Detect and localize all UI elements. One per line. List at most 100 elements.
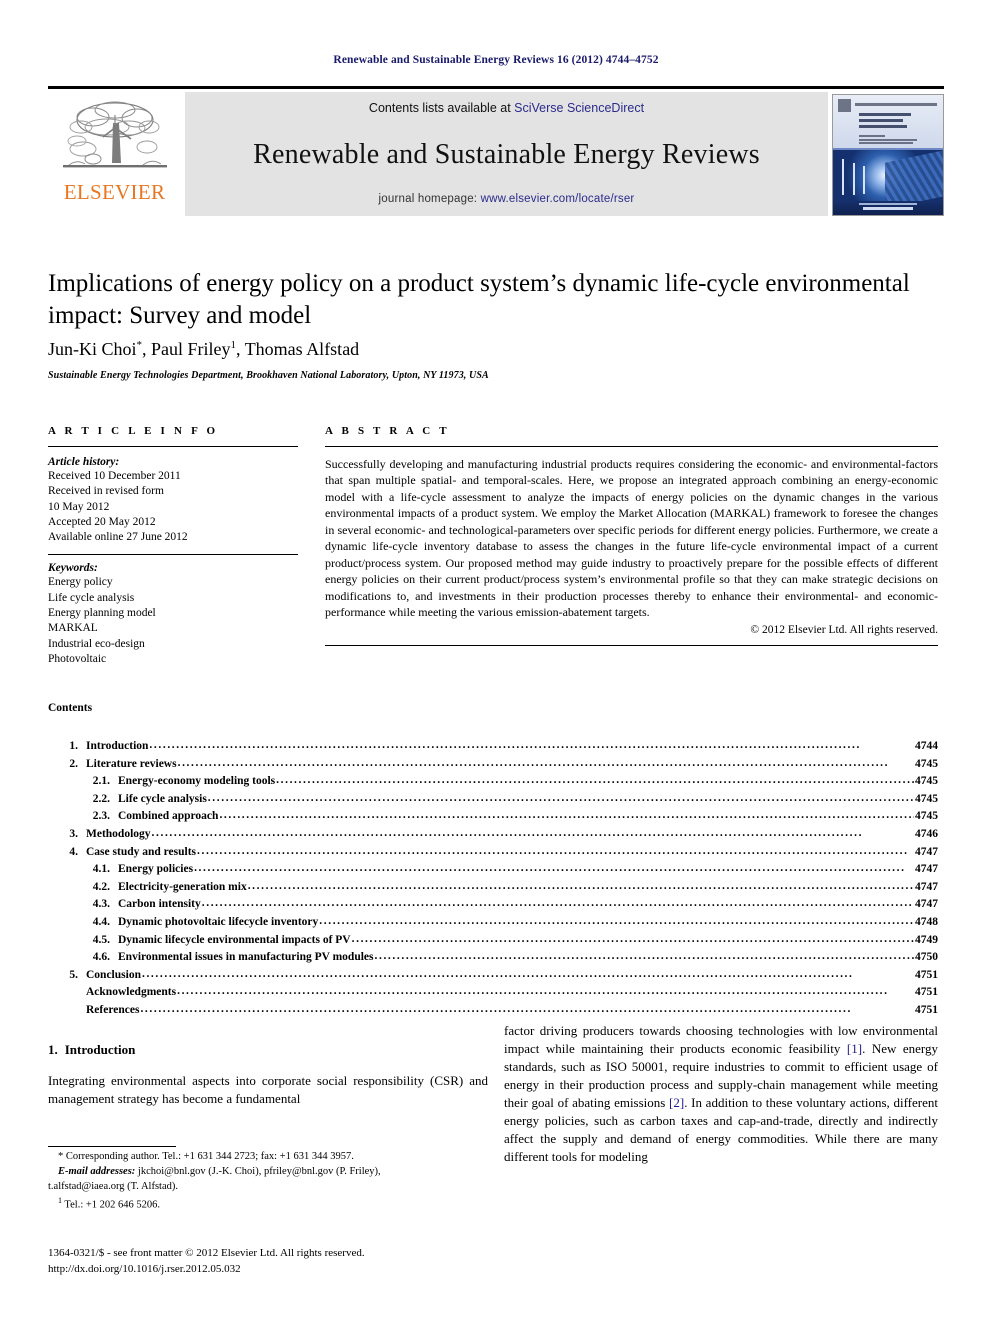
- article-history-item: Received in revised form: [48, 485, 164, 498]
- toc-entry-page: 4745: [915, 757, 938, 770]
- toc-entry-label: Electricity-generation mix: [118, 880, 247, 893]
- cover-sub-line-1: [859, 135, 885, 137]
- journal-cover-thumbnail: [832, 94, 944, 216]
- abstract-block: A B S T R A C T Successfully developing …: [325, 425, 938, 647]
- toc-entry-number: 2.2.: [92, 792, 110, 805]
- cover-rule: [855, 103, 937, 106]
- contents-available-prefix: Contents lists available at: [368, 101, 515, 115]
- toc-entry[interactable]: 4.2. Electricity-generation mix..........…: [48, 879, 938, 897]
- intro-paragraph-left: Integrating environmental aspects into c…: [48, 1073, 488, 1106]
- toc-entry-number: 2.3.: [92, 810, 110, 823]
- cover-title-line-3: [859, 125, 907, 128]
- abstract-copyright: © 2012 Elsevier Ltd. All rights reserved…: [750, 624, 938, 637]
- cover-wind-turbine-3: [863, 166, 865, 194]
- affiliation: Sustainable Energy Technologies Departme…: [48, 370, 489, 381]
- toc-entry-page: 4745: [915, 792, 938, 805]
- footnote-emails-label: E-mail addresses:: [58, 1165, 136, 1177]
- toc-entry-page: 4750: [915, 951, 938, 964]
- toc-entry-label: References: [86, 1003, 140, 1016]
- toc-entry-page: 4747: [915, 863, 938, 876]
- toc-entry-label: Dynamic photovoltaic lifecycle inventory: [118, 915, 319, 928]
- cover-footer-line-1: [859, 203, 917, 205]
- article-info-divider: [48, 446, 298, 447]
- toc-entry-page: 4744: [915, 740, 938, 752]
- toc-entry[interactable]: 1. Introduction..........................…: [48, 738, 938, 756]
- abstract-bottom-divider: [325, 645, 938, 647]
- article-title: Implications of energy policy on a produ…: [48, 270, 910, 329]
- footnote-corresponding-author: * Corresponding author. Tel.: +1 631 344…: [58, 1151, 354, 1162]
- footnote-divider: [48, 1146, 176, 1147]
- journal-article-page: Renewable and Sustainable Energy Reviews…: [0, 0, 992, 1323]
- toc-entry[interactable]: References..............................…: [48, 1002, 938, 1020]
- keyword-item: MARKAL: [48, 622, 98, 635]
- abstract-text: Successfully developing and manufacturin…: [325, 457, 938, 619]
- keyword-item: Photovoltaic: [48, 652, 107, 665]
- toc-entry-number: 3.: [69, 827, 78, 840]
- toc-entry-page: 4747: [915, 845, 938, 858]
- imprint-issn-line: 1364-0321/$ - see front matter © 2012 El…: [48, 1247, 365, 1259]
- toc-entry[interactable]: Acknowledgments.........................…: [48, 984, 938, 1002]
- imprint-doi-line: http://dx.doi.org/10.1016/j.rser.2012.05…: [48, 1262, 241, 1275]
- cover-sub-line-3: [859, 142, 913, 144]
- journal-homepage-link[interactable]: www.elsevier.com/locate/rser: [481, 193, 635, 205]
- toc-entry-page: 4749: [915, 933, 938, 946]
- toc-leader-dots: ........................................…: [276, 774, 914, 787]
- toc-entry[interactable]: 3. Methodology...........................…: [48, 826, 938, 844]
- cover-artwork: [833, 150, 943, 201]
- toc-leader-dots: ........................................…: [247, 879, 914, 892]
- journal-title: Renewable and Sustainable Energy Reviews: [253, 139, 760, 170]
- footnote-emails-second-line: t.alfstad@iaea.org (T. Alfstad).: [48, 1180, 178, 1192]
- article-info-heading: A R T I C L E I N F O: [48, 425, 219, 437]
- toc-entry-label: Literature reviews: [86, 757, 177, 770]
- citation-ref-2[interactable]: [2]: [669, 1095, 684, 1110]
- toc-entry[interactable]: 4.6. Environmental issues in manufacturin…: [48, 949, 938, 967]
- article-history-item: Received 10 December 2011: [48, 470, 181, 482]
- cover-title-line-2: [859, 119, 903, 122]
- toc-entry[interactable]: 4.3. Carbon intensity....................…: [48, 896, 938, 914]
- footnote-marker-1: 1: [230, 339, 237, 351]
- corresponding-marker: *: [136, 339, 143, 351]
- toc-leader-dots: ........................................…: [351, 932, 914, 945]
- toc-entry[interactable]: 2.3. Combined approach...................…: [48, 808, 938, 826]
- footnote-emails-text: jkchoi@bnl.gov (J.-K. Choi), pfriley@bnl…: [135, 1165, 381, 1177]
- intro-paragraph-right: factor driving producers towards choosin…: [504, 1022, 938, 1166]
- abstract-divider: [325, 446, 938, 447]
- toc-leader-dots: ........................................…: [177, 985, 889, 998]
- cover-wind-turbine-1: [842, 159, 844, 195]
- toc-leader-dots: ........................................…: [140, 1002, 852, 1015]
- cover-footer-line-2: [863, 207, 913, 210]
- toc-entry-number: 2.: [69, 757, 78, 770]
- article-history-label: Article history:: [48, 456, 120, 468]
- section-heading-introduction: 1. Introduction: [48, 1042, 488, 1058]
- keyword-item: Life cycle analysis: [48, 591, 135, 604]
- toc-leader-dots: ........................................…: [219, 809, 914, 822]
- toc-entry-number: 4.5.: [92, 933, 110, 946]
- toc-entry[interactable]: 4.4. Dynamic photovoltaic lifecycle inven…: [48, 914, 938, 932]
- toc-leader-dots: ........................................…: [151, 826, 864, 839]
- toc-entry[interactable]: 2. Literature reviews....................…: [48, 756, 938, 774]
- keyword-item: Industrial eco-design: [48, 637, 145, 650]
- toc-leader-dots: ........................................…: [207, 791, 914, 804]
- article-info-block: A R T I C L E I N F O Article history: R…: [48, 425, 298, 667]
- toc-entry[interactable]: 2.1. Energy-economy modeling tools.......…: [48, 773, 938, 791]
- toc-entry[interactable]: 4.1. Energy policies.....................…: [48, 861, 938, 879]
- cover-wind-turbine-2: [853, 163, 855, 195]
- elsevier-logo: ELSEVIER: [48, 92, 181, 216]
- toc-entry-number: 5.: [69, 968, 78, 981]
- footnote-telephone: 1 Tel.: +1 202 646 5206.: [48, 1195, 488, 1213]
- toc-entry-number: 2.1.: [92, 775, 110, 788]
- toc-entry[interactable]: 2.2. Life cycle analysis.................…: [48, 791, 938, 809]
- body-column-left: 1. Introduction Integrating environmental…: [48, 1042, 488, 1108]
- toc-entry[interactable]: 5. Conclusion............................…: [48, 967, 938, 985]
- toc-entry-page: 4745: [915, 810, 938, 823]
- toc-entry[interactable]: 4. Case study and results................…: [48, 844, 938, 862]
- keyword-item: Energy policy: [48, 576, 113, 589]
- citation-ref-1[interactable]: [1]: [847, 1041, 862, 1056]
- toc-entry-page: 4751: [915, 986, 938, 999]
- toc-entry-number: 4.2.: [92, 880, 110, 893]
- journal-masthead: ELSEVIER Contents lists available at Sci…: [48, 86, 944, 219]
- sciencedirect-link[interactable]: SciVerse ScienceDirect: [514, 101, 644, 115]
- toc-entry-page: 4747: [915, 880, 938, 893]
- contents-heading: Contents: [48, 702, 93, 714]
- toc-entry[interactable]: 4.5. Dynamic lifecycle environmental impa…: [48, 932, 938, 950]
